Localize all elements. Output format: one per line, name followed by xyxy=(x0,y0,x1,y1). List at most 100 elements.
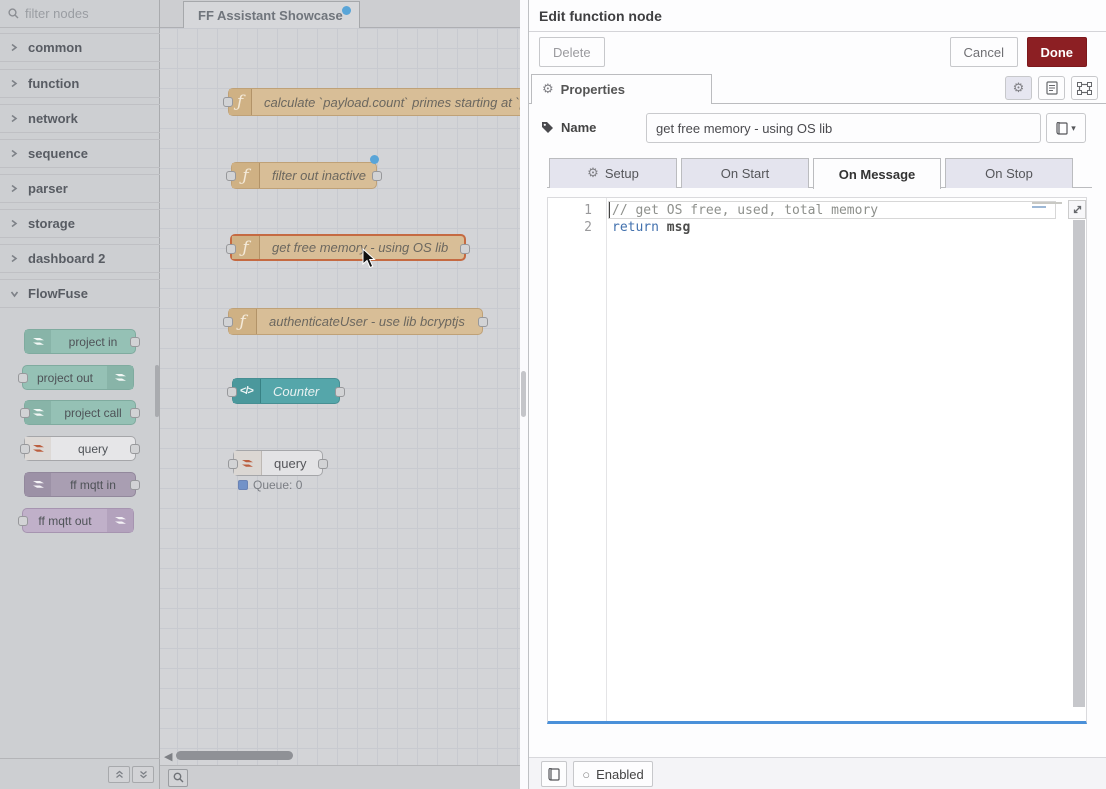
workspace-tab[interactable]: FF Assistant Showcase xyxy=(183,1,360,28)
output-port[interactable] xyxy=(460,244,470,254)
chevron-right-icon xyxy=(10,184,22,193)
code-line-1: // get OS free, used, total memory xyxy=(612,202,878,219)
gear-icon: ⚙ xyxy=(542,82,554,97)
input-port[interactable] xyxy=(18,373,28,383)
horizontal-scrollbar[interactable] xyxy=(176,751,293,760)
input-port[interactable] xyxy=(20,408,30,418)
input-port[interactable] xyxy=(228,459,238,469)
input-port[interactable] xyxy=(226,244,236,254)
cancel-button[interactable]: Cancel xyxy=(950,37,1018,67)
node-label: filter out inactive xyxy=(272,168,366,183)
palette-node-ff-mqtt-in[interactable]: ff mqtt in xyxy=(24,472,136,497)
input-port[interactable] xyxy=(226,171,236,181)
input-port[interactable] xyxy=(20,444,30,454)
tab-properties-label: Properties xyxy=(561,82,625,97)
description-icon-button[interactable] xyxy=(1038,76,1065,100)
expand-editor-button[interactable] xyxy=(1068,200,1086,219)
palette-node-label: project in xyxy=(51,335,135,349)
tab-on-stop[interactable]: On Stop xyxy=(945,158,1073,188)
input-port[interactable] xyxy=(18,516,28,526)
output-port[interactable] xyxy=(130,444,140,454)
text-cursor xyxy=(609,202,610,218)
flow-node-query[interactable]: query xyxy=(233,450,323,476)
tab-setup[interactable]: ⚙ Setup xyxy=(549,158,677,188)
output-port[interactable] xyxy=(130,480,140,490)
properties-icon-button[interactable]: ⚙ xyxy=(1005,76,1032,100)
function-icon: ƒ xyxy=(232,236,260,259)
collapse-all-button[interactable] xyxy=(108,766,130,783)
palette-category-flowfuse[interactable]: FlowFuse xyxy=(0,279,160,308)
tab-properties[interactable]: ⚙ Properties xyxy=(531,74,712,104)
node-name-input[interactable] xyxy=(646,113,1041,143)
query-icon xyxy=(234,451,262,475)
palette-node-project-out[interactable]: project out xyxy=(22,365,134,390)
node-red-editor: common function network sequence parser … xyxy=(0,0,1106,789)
output-port[interactable] xyxy=(478,317,488,327)
workspace-tab-label: FF Assistant Showcase xyxy=(198,8,343,23)
search-icon xyxy=(173,772,184,783)
input-port[interactable] xyxy=(223,97,233,107)
palette-node-ff-mqtt-out[interactable]: ff mqtt out xyxy=(22,508,134,533)
modified-dot-icon xyxy=(342,6,351,15)
palette-scrollbar[interactable] xyxy=(155,365,159,417)
editor-scrollbar[interactable] xyxy=(1073,220,1085,707)
status-dot-icon xyxy=(238,480,248,490)
double-chevron-up-icon xyxy=(115,770,124,779)
function-editor-tabs: ⚙ Setup On Start On Message On Stop xyxy=(547,158,1092,188)
flow-canvas[interactable]: FF Assistant Showcase ƒ calculate `paylo… xyxy=(160,0,520,789)
palette-node-label: ff mqtt out xyxy=(23,514,107,528)
flowfuse-icon xyxy=(107,366,133,389)
flow-node-filter-out-inactive[interactable]: ƒ filter out inactive xyxy=(231,162,377,189)
palette-category-storage[interactable]: storage xyxy=(0,209,160,238)
palette-node-project-call[interactable]: project call xyxy=(24,400,136,425)
gear-icon: ⚙ xyxy=(1013,81,1025,96)
function-icon: ƒ xyxy=(232,163,260,188)
tab-on-start[interactable]: On Start xyxy=(681,158,809,188)
flow-node-get-free-memory[interactable]: ƒ get free memory - using OS lib xyxy=(230,234,466,261)
flow-node-counter[interactable]: </> Counter xyxy=(232,378,340,404)
output-port[interactable] xyxy=(130,408,140,418)
delete-button[interactable]: Delete xyxy=(539,37,605,67)
input-port[interactable] xyxy=(223,317,233,327)
category-label: dashboard 2 xyxy=(28,251,105,266)
chevron-right-icon xyxy=(10,149,22,158)
scroll-left-arrow[interactable]: ◀ xyxy=(164,750,172,763)
canvas-search-button[interactable] xyxy=(168,769,188,787)
appearance-icon-button[interactable] xyxy=(1071,76,1098,100)
palette-category-network[interactable]: network xyxy=(0,104,160,133)
flowfuse-icon xyxy=(107,509,133,532)
palette-filter-input[interactable] xyxy=(25,6,145,21)
tray-tab-bar: ⚙ Properties ⚙ xyxy=(529,74,1106,104)
library-button[interactable]: ▾ xyxy=(1046,113,1086,143)
canvas-vertical-scrollbar[interactable] xyxy=(520,0,528,789)
tab-on-message[interactable]: On Message xyxy=(813,158,941,189)
code-editor[interactable]: 1 2 // get OS free, used, total memory r… xyxy=(547,197,1087,724)
palette-category-dashboard-2[interactable]: dashboard 2 xyxy=(0,244,160,273)
output-port[interactable] xyxy=(130,337,140,347)
library-export-button[interactable] xyxy=(541,761,567,787)
tag-icon xyxy=(541,121,554,134)
output-port[interactable] xyxy=(335,387,345,397)
palette-category-common[interactable]: common xyxy=(0,33,160,62)
palette-category-sequence[interactable]: sequence xyxy=(0,139,160,168)
input-port[interactable] xyxy=(227,387,237,397)
expand-all-button[interactable] xyxy=(132,766,154,783)
flow-node-calculate-primes[interactable]: ƒ calculate `payload.count` primes start… xyxy=(228,88,520,116)
workspace-tab-bar: FF Assistant Showcase xyxy=(160,0,520,28)
palette-node-project-in[interactable]: project in xyxy=(24,329,136,354)
gutter-divider xyxy=(606,198,607,721)
flow-node-authenticate-user[interactable]: ƒ authenticateUser - use lib bcryptjs xyxy=(228,308,483,335)
palette-search xyxy=(0,0,159,28)
done-button[interactable]: Done xyxy=(1027,37,1088,67)
palette-node-query[interactable]: query xyxy=(24,436,136,461)
palette-node-label: query xyxy=(51,442,135,456)
scrollbar-thumb[interactable] xyxy=(521,371,526,417)
palette-category-parser[interactable]: parser xyxy=(0,174,160,203)
node-status: Queue: 0 xyxy=(238,478,302,492)
enabled-toggle-button[interactable]: ○ Enabled xyxy=(573,761,653,787)
category-label: function xyxy=(28,76,79,91)
output-port[interactable] xyxy=(318,459,328,469)
palette-category-function[interactable]: function xyxy=(0,69,160,98)
flow-grid[interactable]: ƒ calculate `payload.count` primes start… xyxy=(160,28,520,765)
output-port[interactable] xyxy=(372,171,382,181)
